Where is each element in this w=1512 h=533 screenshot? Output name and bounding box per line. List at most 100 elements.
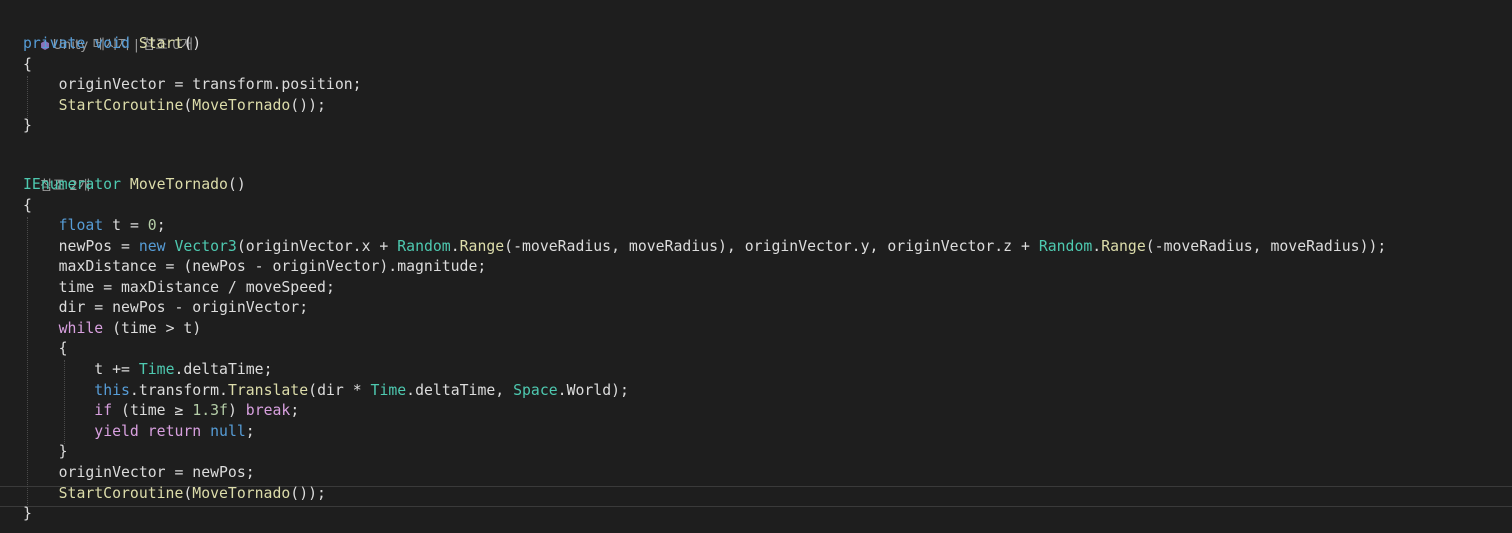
punctuation-token bbox=[23, 217, 59, 234]
identifier-token: newPos bbox=[192, 258, 246, 275]
code-line[interactable]: maxDistance = (newPos - originVector).ma… bbox=[23, 257, 487, 278]
code-line[interactable]: StartCoroutine(MoveTornado()); bbox=[23, 96, 326, 117]
identifier-token: time bbox=[129, 402, 166, 419]
identifier-token: originVector bbox=[744, 238, 852, 255]
punctuation-token bbox=[23, 279, 59, 296]
punctuation-token: ; bbox=[299, 299, 309, 316]
identifier-token: dir bbox=[317, 382, 344, 399]
identifier-token: moveRadius bbox=[1163, 238, 1253, 255]
punctuation-token bbox=[23, 258, 59, 275]
code-line[interactable]: if (time ≥ 1.3f) break; bbox=[23, 401, 299, 422]
punctuation-token bbox=[23, 97, 59, 114]
control-keyword-token: if bbox=[94, 402, 113, 419]
punctuation-token: > bbox=[156, 320, 184, 337]
identifier-token: magnitude bbox=[397, 258, 478, 275]
identifier-token: time bbox=[121, 320, 157, 337]
punctuation-token bbox=[130, 35, 139, 52]
type-token: Random bbox=[1038, 238, 1093, 255]
punctuation-token bbox=[23, 320, 59, 337]
punctuation-token: ()); bbox=[290, 485, 326, 502]
punctuation-token: . bbox=[1092, 238, 1102, 255]
type-token: Random bbox=[397, 238, 451, 255]
punctuation-token: = bbox=[165, 76, 193, 93]
punctuation-token: ( bbox=[183, 97, 193, 114]
code-line[interactable]: dir = newPos - originVector; bbox=[23, 298, 308, 319]
code-line[interactable]: time = maxDistance / moveSpeed; bbox=[23, 278, 335, 299]
code-line[interactable]: } bbox=[23, 504, 32, 525]
code-line[interactable]: yield return null; bbox=[23, 422, 255, 443]
type-token: Time bbox=[138, 361, 175, 378]
punctuation-token bbox=[23, 402, 94, 419]
punctuation-token: . bbox=[994, 238, 1004, 255]
punctuation-token: ). bbox=[379, 258, 398, 275]
code-line[interactable]: } bbox=[23, 442, 68, 463]
punctuation-token: ; bbox=[245, 423, 255, 440]
control-keyword-token: return bbox=[147, 423, 202, 440]
code-line[interactable]: newPos = new Vector3(originVector.x + Ra… bbox=[23, 237, 1387, 258]
keyword-token: float bbox=[58, 217, 104, 234]
identifier-token: z bbox=[1003, 238, 1013, 255]
punctuation-token: , bbox=[1252, 238, 1271, 255]
punctuation-token: . bbox=[557, 382, 567, 399]
punctuation-token: . bbox=[406, 382, 416, 399]
type-token: Time bbox=[370, 382, 407, 399]
control-keyword-token: yield bbox=[94, 423, 139, 440]
code-editor[interactable]: ⬢ Unity 메시지 | 참조 0개 private void Start() … bbox=[0, 0, 1512, 533]
codelens-move-tornado[interactable]: 참조 2개 bbox=[23, 156, 90, 194]
code-line[interactable]: t += Time.deltaTime; bbox=[23, 360, 272, 381]
punctuation-token: , bbox=[495, 382, 514, 399]
code-line[interactable]: { bbox=[23, 339, 68, 360]
identifier-token: y bbox=[860, 238, 870, 255]
punctuation-token: = bbox=[94, 279, 122, 296]
punctuation-token: . bbox=[129, 382, 139, 399]
method-token: Translate bbox=[227, 382, 309, 399]
punctuation-token: ; bbox=[477, 258, 487, 275]
punctuation-token: (- bbox=[1145, 238, 1164, 255]
punctuation-token: { bbox=[23, 340, 68, 357]
method-token: Start bbox=[138, 35, 184, 52]
code-line[interactable]: { bbox=[23, 55, 32, 76]
punctuation-token: )); bbox=[1359, 238, 1387, 255]
control-keyword-token: break bbox=[245, 402, 291, 419]
identifier-token: transform bbox=[138, 382, 220, 399]
punctuation-token bbox=[121, 176, 130, 193]
codelens-start[interactable]: ⬢ Unity 메시지 | 참조 0개 bbox=[23, 15, 193, 53]
punctuation-token bbox=[201, 423, 210, 440]
punctuation-token: ; bbox=[245, 464, 255, 481]
code-line[interactable]: IEnumerator MoveTornado() bbox=[23, 175, 246, 196]
punctuation-token: { bbox=[23, 56, 32, 73]
punctuation-token: . bbox=[450, 238, 460, 255]
identifier-token: moveRadius bbox=[1270, 238, 1360, 255]
punctuation-token: ( bbox=[112, 402, 130, 419]
punctuation-token: , bbox=[869, 238, 888, 255]
punctuation-token: ≥ bbox=[165, 402, 193, 419]
punctuation-token: ; bbox=[352, 76, 362, 93]
punctuation-token: } bbox=[23, 505, 32, 522]
punctuation-token: , bbox=[611, 238, 629, 255]
punctuation-token: ) bbox=[227, 402, 246, 419]
identifier-token: deltaTime bbox=[415, 382, 496, 399]
identifier-token: time bbox=[58, 279, 95, 296]
punctuation-token bbox=[23, 382, 94, 399]
number-token: 1.3f bbox=[192, 402, 228, 419]
punctuation-token bbox=[23, 464, 59, 481]
punctuation-token: = bbox=[112, 238, 139, 255]
punctuation-token: ( bbox=[183, 485, 193, 502]
code-line[interactable]: originVector = transform.position; bbox=[23, 75, 362, 96]
identifier-token: newPos bbox=[58, 238, 113, 255]
identifier-token: x bbox=[361, 238, 371, 255]
code-line[interactable]: StartCoroutine(MoveTornado()); bbox=[23, 484, 326, 505]
code-line[interactable]: float t = 0; bbox=[23, 216, 166, 237]
keyword-token: private bbox=[23, 35, 86, 52]
code-line[interactable]: { bbox=[23, 196, 32, 217]
code-line[interactable]: } bbox=[23, 116, 32, 137]
method-token: Range bbox=[1101, 238, 1146, 255]
code-line[interactable]: this.transform.Translate(dir * Time.delt… bbox=[23, 381, 629, 402]
punctuation-token: ; bbox=[290, 402, 300, 419]
identifier-token: World bbox=[566, 382, 612, 399]
code-line[interactable]: while (time > t) bbox=[23, 319, 202, 340]
code-line[interactable]: originVector = newPos; bbox=[23, 463, 255, 484]
punctuation-token: + bbox=[1012, 238, 1039, 255]
punctuation-token: () bbox=[183, 35, 202, 52]
code-line[interactable]: private void Start() bbox=[23, 34, 201, 55]
